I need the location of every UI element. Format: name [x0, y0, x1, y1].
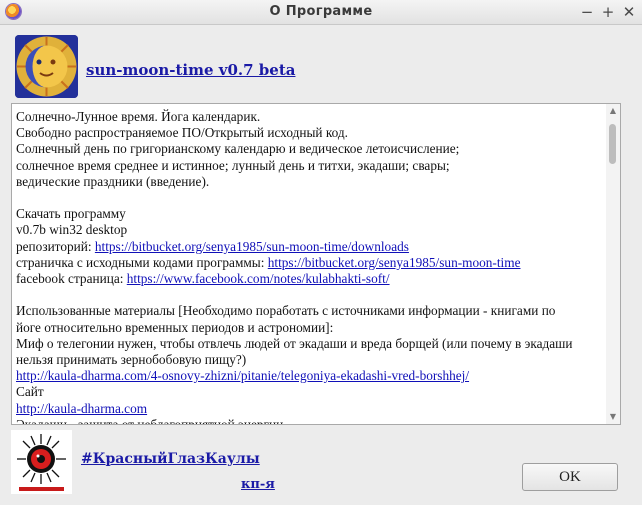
- myth-line: Миф о телегонии нужен, чтобы отвлечь люд…: [16, 335, 573, 351]
- close-button[interactable]: ✕: [620, 3, 638, 21]
- description-line: Солнечный день по григорианскому календа…: [16, 141, 460, 157]
- facebook-line: facebook страница: https://www.facebook.…: [16, 271, 601, 287]
- site-link[interactable]: http://kaula-dharma.com: [16, 401, 147, 416]
- materials-line: Использованные материалы [Необходимо пор…: [16, 303, 556, 319]
- description-line: Свободно распространяемое ПО/Открытый ис…: [16, 125, 348, 141]
- source-line: страничка с исходными кодами программы: …: [16, 255, 601, 271]
- app-name-link[interactable]: sun-moon-time v0.7 beta: [86, 61, 295, 79]
- myth-link[interactable]: http://kaula-dharma.com/4-osnovy-zhizni/…: [16, 368, 469, 383]
- scroll-down-arrow-icon[interactable]: ▼: [606, 411, 620, 423]
- myth-line: нельзя принимать зернобобовую пищу?): [16, 352, 247, 368]
- myth-link-line: http://kaula-dharma.com/4-osnovy-zhizni/…: [16, 368, 601, 384]
- title-bar: О Программе − + ✕: [0, 0, 642, 25]
- repo-line: репозиторий: https://bitbucket.org/senya…: [16, 239, 601, 255]
- ok-button[interactable]: OK: [522, 463, 618, 491]
- about-text: Солнечно-Лунное время. Йога календарик. …: [16, 109, 601, 425]
- site-label: Сайт: [16, 384, 44, 400]
- facebook-label: facebook страница:: [16, 271, 127, 287]
- window-title: О Программе: [269, 4, 373, 19]
- materials-line: йоге относительно временных периодов и а…: [16, 319, 334, 335]
- minimize-button[interactable]: −: [578, 3, 596, 21]
- vertical-scrollbar[interactable]: ▲ ▼: [606, 104, 620, 424]
- description-line: солнечное время среднее и истинное; лунн…: [16, 157, 450, 173]
- repo-link[interactable]: https://bitbucket.org/senya1985/sun-moon…: [95, 239, 409, 254]
- ekadashi-line: Экадаши - защита от неблагоприятной энер…: [16, 416, 284, 425]
- maximize-button[interactable]: +: [599, 3, 617, 21]
- repo-label: репозиторий:: [16, 238, 95, 254]
- scroll-thumb[interactable]: [609, 124, 616, 164]
- scroll-up-arrow-icon[interactable]: ▲: [606, 105, 620, 117]
- source-label: страничка с исходными кодами программы:: [16, 254, 268, 270]
- source-link[interactable]: https://bitbucket.org/senya1985/sun-moon…: [268, 255, 521, 270]
- download-heading: Скачать программу: [16, 206, 126, 222]
- description-line: Солнечно-Лунное время. Йога календарик.: [16, 109, 261, 124]
- red-eye-logo-icon: [11, 430, 72, 494]
- facebook-link[interactable]: https://www.facebook.com/notes/kulabhakt…: [127, 271, 390, 286]
- sun-moon-logo-icon: [15, 35, 78, 98]
- description-line: ведические праздники (введение).: [16, 173, 210, 189]
- kp-link[interactable]: кп-я: [241, 477, 275, 492]
- site-link-line: http://kaula-dharma.com: [16, 401, 601, 417]
- version-line: v0.7b win32 desktop: [16, 222, 128, 238]
- about-text-pane[interactable]: Солнечно-Лунное время. Йога календарик. …: [11, 103, 621, 425]
- hashtag-link[interactable]: #КрасныйГлазКаулы: [81, 451, 260, 467]
